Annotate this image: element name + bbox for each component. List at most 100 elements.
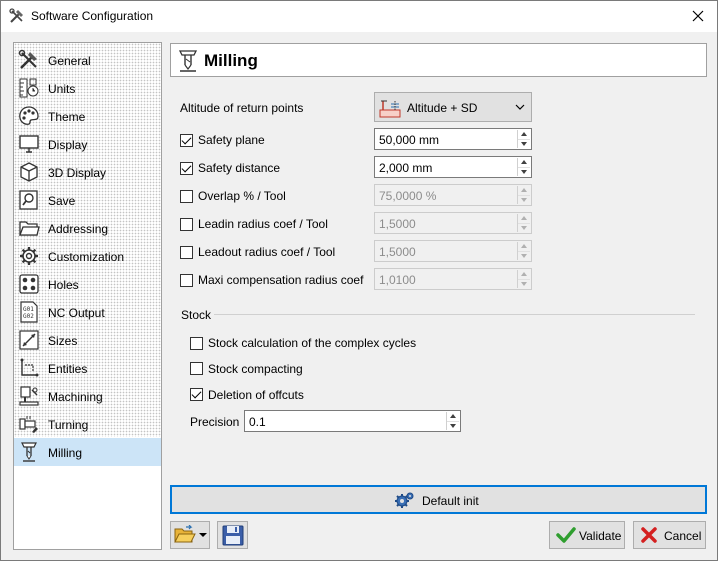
safety-distance-value: 2,000 mm <box>379 161 433 175</box>
leadin-value: 1,5000 <box>379 217 416 231</box>
spin-up-button[interactable] <box>518 158 530 167</box>
sidebar-item-holes[interactable]: Holes <box>14 270 161 298</box>
altitude-select[interactable]: Altitude + SD <box>374 92 532 122</box>
stock-compacting-label: Stock compacting <box>208 362 303 376</box>
sidebar-item-turning[interactable]: Turning <box>14 410 161 438</box>
stepper-arrows <box>517 158 530 176</box>
open-config-button[interactable] <box>170 521 210 549</box>
stock-group-divider <box>214 314 695 315</box>
spin-down-button[interactable] <box>447 421 459 430</box>
sidebar-item-general[interactable]: General <box>14 46 161 74</box>
sidebar-item-units[interactable]: Units <box>14 74 161 102</box>
safety-distance-checkbox[interactable] <box>180 162 193 175</box>
spin-up-button <box>518 270 530 279</box>
sidebar-item-label: Units <box>48 82 76 96</box>
sidebar-item-save[interactable]: Save <box>14 186 161 214</box>
safety-plane-value: 50,000 mm <box>379 133 440 147</box>
close-icon <box>641 527 657 543</box>
close-icon[interactable] <box>687 5 709 27</box>
leadout-stepper: 1,5000 <box>374 240 532 262</box>
precision-value: 0.1 <box>249 415 266 429</box>
stepper-arrows <box>517 130 530 148</box>
sidebar-item-label: Milling <box>48 446 83 460</box>
leadin-checkbox[interactable] <box>180 218 193 231</box>
sidebar-item-sizes[interactable]: Sizes <box>14 326 161 354</box>
validate-label: Validate <box>579 529 622 543</box>
precision-label: Precision <box>190 415 240 429</box>
deletion-offcuts-checkbox[interactable] <box>190 388 203 401</box>
save-magnifier-icon <box>19 190 38 210</box>
sidebar-item-label: Addressing <box>48 222 109 236</box>
machining-icon <box>19 386 39 406</box>
page-title: Milling <box>204 51 258 70</box>
spin-down-button <box>518 223 530 232</box>
spin-up-button <box>518 242 530 251</box>
maxi-comp-checkbox[interactable] <box>180 274 193 287</box>
cancel-label: Cancel <box>664 529 702 543</box>
leadout-checkbox[interactable] <box>180 246 193 259</box>
safety-plane-checkbox[interactable] <box>180 134 193 147</box>
deletion-offcuts-label: Deletion of offcuts <box>208 388 304 402</box>
stepper-arrows <box>517 214 530 232</box>
overlap-label: Overlap % / Tool <box>198 189 286 203</box>
leadin-label: Leadin radius coef / Tool <box>198 217 328 231</box>
overlap-checkbox[interactable] <box>180 190 193 203</box>
spin-up-button[interactable] <box>518 130 530 139</box>
save-config-button[interactable] <box>217 521 248 549</box>
validate-button[interactable]: Validate <box>549 521 625 549</box>
maxi-comp-value: 1,0100 <box>379 273 416 287</box>
altitude-icon <box>379 100 401 118</box>
stock-compacting-checkbox[interactable] <box>190 362 203 375</box>
sidebar-item-addressing[interactable]: Addressing <box>14 214 161 242</box>
maxi-comp-label: Maxi compensation radius coef <box>198 273 364 287</box>
panel-header: Milling <box>170 43 707 77</box>
sidebar-item-theme[interactable]: Theme <box>14 102 161 130</box>
stepper-arrows <box>517 242 530 260</box>
sidebar-item-entities[interactable]: Entities <box>14 354 161 382</box>
dimension-icon <box>19 330 39 350</box>
default-init-button[interactable]: Default init <box>170 485 707 514</box>
precision-stepper[interactable]: 0.1 <box>244 410 461 432</box>
leadout-value: 1,5000 <box>379 245 416 259</box>
sidebar-item-label: Display <box>48 138 88 152</box>
altitude-label: Altitude of return points <box>180 101 304 115</box>
gears-icon <box>395 492 414 508</box>
cancel-button[interactable]: Cancel <box>633 521 706 549</box>
svg-text:G01: G01 <box>23 306 34 313</box>
monitor-icon <box>19 135 39 153</box>
leadin-stepper: 1,5000 <box>374 212 532 234</box>
spin-up-button <box>518 186 530 195</box>
sidebar-item-label: Customization <box>48 250 125 264</box>
chevron-down-icon <box>515 104 525 110</box>
safety-distance-stepper[interactable]: 2,000 mm <box>374 156 532 178</box>
sidebar-item-label: Machining <box>48 390 103 404</box>
sidebar-item-label: Sizes <box>48 334 78 348</box>
sidebar-item-nc-output[interactable]: G01 G02 NC Output <box>14 298 161 326</box>
sidebar-item-label: Turning <box>48 418 89 432</box>
sidebar-item-label: Save <box>48 194 76 208</box>
tools-icon <box>9 8 23 23</box>
stock-complex-cycles-label: Stock calculation of the complex cycles <box>208 336 417 350</box>
window-title: Software Configuration <box>31 9 154 23</box>
sidebar-item-label: Entities <box>48 362 88 376</box>
stock-complex-cycles-checkbox[interactable] <box>190 337 203 350</box>
sidebar-item-customization[interactable]: Customization <box>14 242 161 270</box>
sidebar-item-display[interactable]: Display <box>14 130 161 158</box>
spin-down-button[interactable] <box>518 167 530 176</box>
settings-sidebar: General Units Theme Display 3D Display S… <box>13 42 162 550</box>
checkmark-icon <box>556 527 576 543</box>
sidebar-item-label: Theme <box>48 110 86 124</box>
sidebar-item-label: General <box>48 54 91 68</box>
safety-plane-stepper[interactable]: 50,000 mm <box>374 128 532 150</box>
palette-icon <box>19 106 39 125</box>
spin-up-button[interactable] <box>447 412 459 421</box>
safety-plane-label: Safety plane <box>198 133 265 147</box>
spin-up-button <box>518 214 530 223</box>
sidebar-item-machining[interactable]: Machining <box>14 382 161 410</box>
spin-down-button[interactable] <box>518 139 530 148</box>
sidebar-item-3d-display[interactable]: 3D Display <box>14 158 161 186</box>
stepper-arrows <box>446 412 459 430</box>
config-window: Software Configuration General Units The… <box>0 0 718 561</box>
tools-icon <box>18 49 37 69</box>
sidebar-item-milling[interactable]: Milling <box>14 438 161 466</box>
